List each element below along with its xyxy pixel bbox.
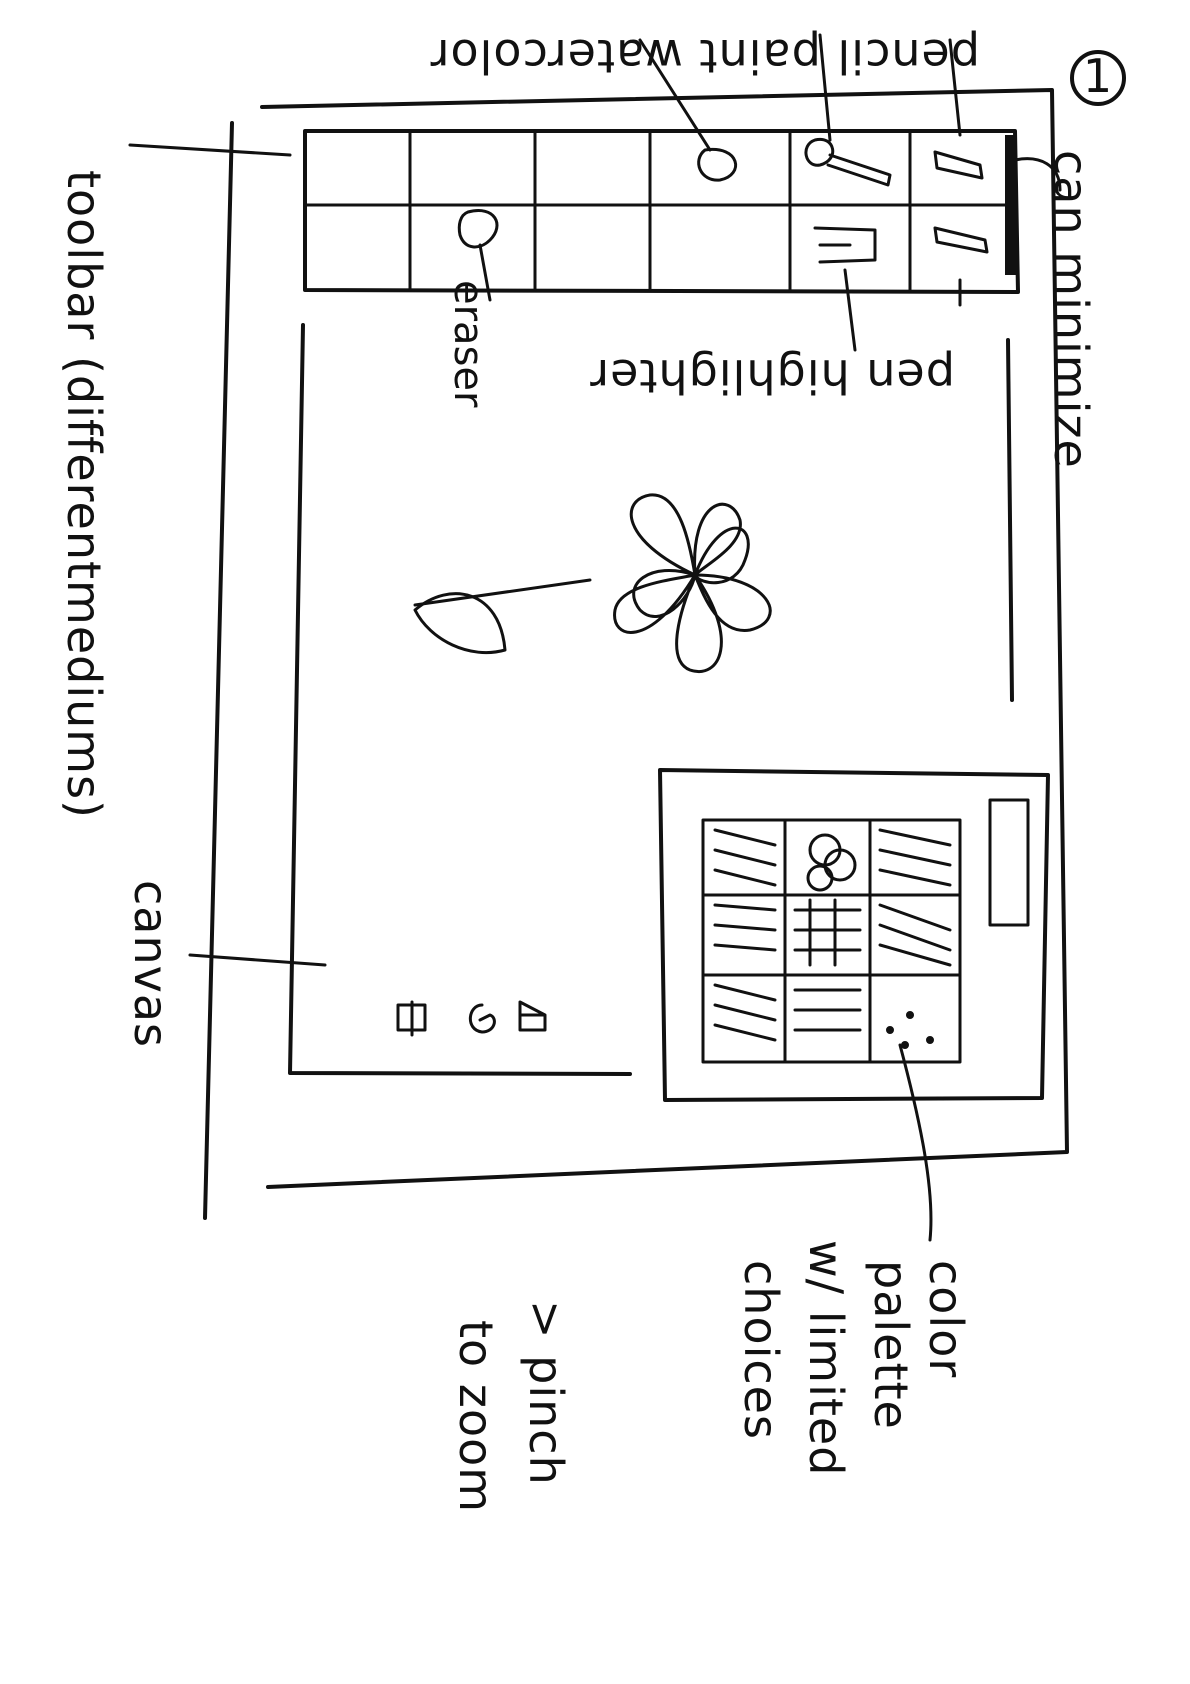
svg-text:palette: palette [864, 1260, 918, 1430]
highlighter-icon[interactable] [813, 226, 877, 264]
palette-swatches[interactable] [713, 828, 952, 1049]
label-can-minimize: can minimize [1044, 150, 1098, 469]
label-toolbar: toolbar (differentmediums) [57, 170, 111, 819]
svg-text:> pinch: > pinch [519, 1300, 573, 1486]
svg-text:color: color [919, 1260, 973, 1378]
pencil-icon[interactable] [933, 150, 984, 180]
watercolor-drop-icon[interactable] [697, 147, 738, 182]
home-icon[interactable] [518, 1000, 547, 1032]
leader-highlighter [843, 268, 857, 352]
toolbar[interactable] [303, 129, 1020, 294]
color-palette[interactable] [658, 768, 1050, 1102]
paintbrush-icon[interactable] [804, 137, 892, 187]
label-pencil-paint-watercolor: pencil paint watercolor [430, 29, 980, 83]
svg-text:to zoom: to zoom [449, 1320, 503, 1513]
canvas-area[interactable] [288, 323, 1014, 1076]
page-number: 1 [1083, 49, 1113, 103]
flower-drawing [413, 493, 772, 673]
palette-handle[interactable] [988, 798, 1030, 927]
label-eraser: eraser [445, 280, 491, 408]
label-pinch-to-zoom: > pinch to zoom [449, 1300, 573, 1513]
minimize-handle-icon[interactable] [1005, 135, 1017, 275]
tablet-frame [203, 88, 1069, 1220]
eraser-icon[interactable] [457, 209, 499, 249]
label-pen-highlighter: pen highlighter [589, 349, 955, 403]
pen-icon[interactable] [933, 226, 989, 254]
sketch-page: 1 can minimize pencil paint watercolor p… [57, 29, 1126, 1513]
leader-palette [898, 1043, 933, 1242]
trash-icon[interactable] [396, 1000, 427, 1037]
page-number-badge: 1 [1070, 49, 1126, 106]
label-color-palette: color palette w/ limited choices [734, 1240, 973, 1476]
svg-text:w/ limited: w/ limited [799, 1240, 853, 1476]
svg-text:choices: choices [734, 1260, 788, 1440]
undo-icon[interactable] [468, 1003, 496, 1034]
leader-toolbar [128, 143, 292, 157]
label-canvas: canvas [124, 880, 178, 1048]
